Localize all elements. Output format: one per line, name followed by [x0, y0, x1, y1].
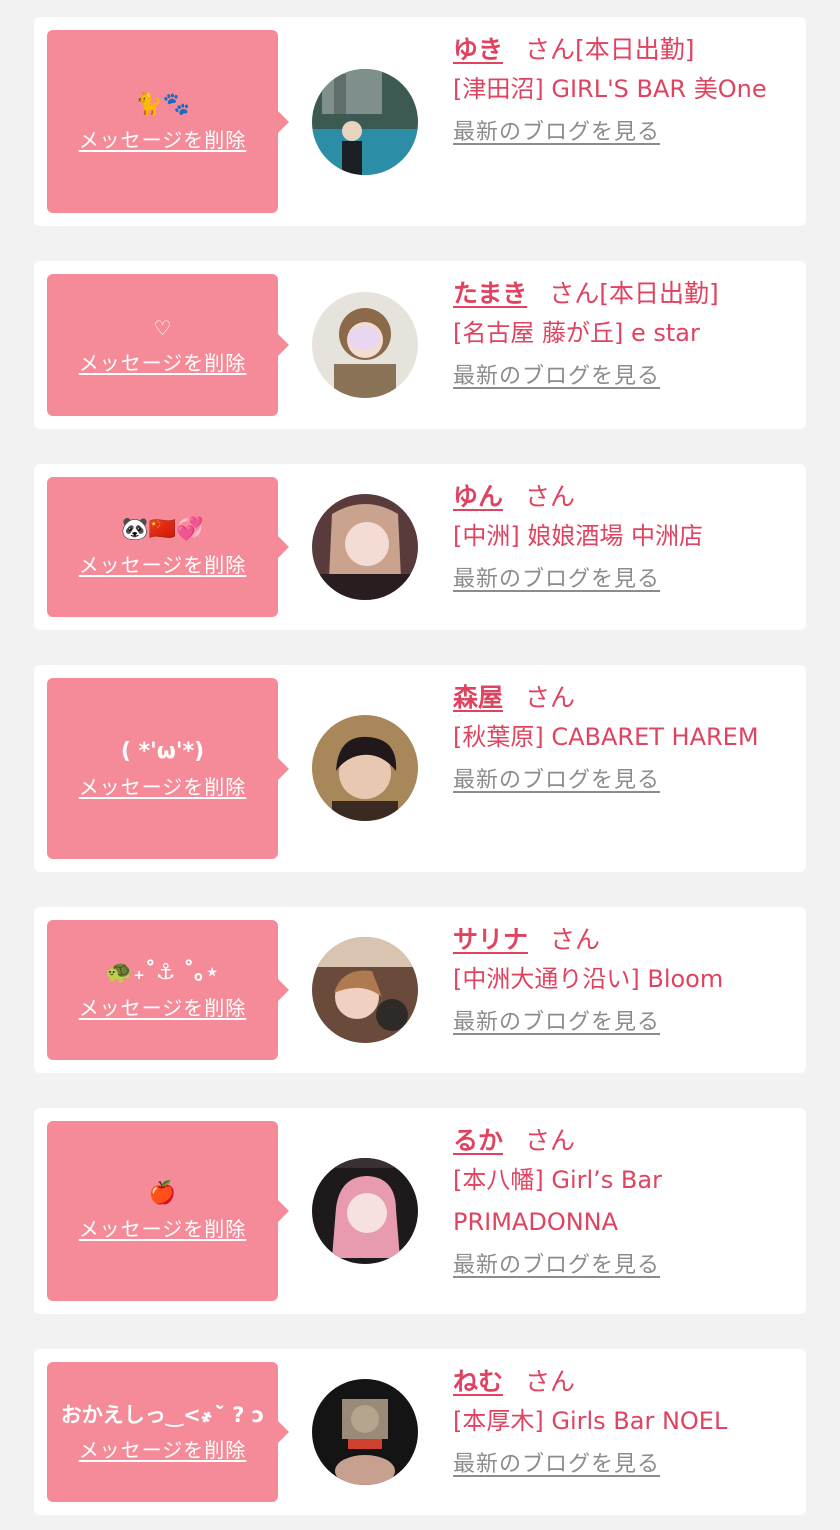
cast-info: ゆん さん [中洲] 娘娘酒場 中洲店 最新のブログを見る: [453, 479, 773, 595]
message-text: 🐈🐾: [135, 91, 190, 117]
cast-info: サリナ さん [中洲大通り沿い] Bloom 最新のブログを見る: [453, 922, 773, 1038]
status-tag: [本日出勤]: [599, 279, 719, 308]
cast-name-link[interactable]: サリナ: [453, 925, 528, 954]
delete-message-link[interactable]: メッセージを削除: [79, 1436, 247, 1464]
message-text: ( *'ω'*): [120, 738, 205, 764]
cast-info: 森屋 さん [秋葉原] CABARET HAREM 最新のブログを見る: [453, 680, 773, 796]
message-text: 🐢₊˚⚓︎ ˚｡⋆: [105, 960, 220, 985]
avatar[interactable]: [312, 1158, 418, 1264]
message-bubble: 🐼🇨🇳💞 メッセージを削除: [47, 477, 289, 617]
latest-blog-link[interactable]: 最新のブログを見る: [453, 362, 660, 392]
shop-name: [本厚木] Girls Bar NOEL: [453, 1407, 728, 1435]
delete-message-link[interactable]: メッセージを削除: [79, 994, 247, 1022]
delete-message-link[interactable]: メッセージを削除: [79, 349, 247, 377]
cast-info: ねむ さん [本厚木] Girls Bar NOEL 最新のブログを見る: [453, 1364, 773, 1480]
cast-name-link[interactable]: ゆき: [453, 35, 503, 64]
cast-info: ゆき さん[本日出勤] [津田沼] GIRL'S BAR 美One 最新のブログを…: [453, 32, 773, 148]
cast-name-link[interactable]: るか: [453, 1126, 503, 1155]
message-text: ♡: [153, 316, 172, 340]
message-bubble: ( *'ω'*) メッセージを削除: [47, 678, 289, 859]
message-bubble: おかえしっ‿<҂˘̀ ? ɔ メッセージを削除: [47, 1362, 289, 1502]
message-list: 🐈🐾 メッセージを削除 ゆき さん[本日出勤] [津田沼] GIRL'S BAR …: [0, 0, 840, 1530]
message-card: ( *'ω'*) メッセージを削除 森屋 さん [秋葉原] CABARET HAR…: [34, 665, 806, 872]
cast-name-link[interactable]: ゆん: [453, 482, 503, 511]
shop-name: [津田沼] GIRL'S BAR 美One: [453, 75, 767, 103]
cast-name-link[interactable]: 森屋: [453, 683, 503, 712]
honorific: さん: [525, 1367, 576, 1396]
message-text: 🐼🇨🇳💞: [121, 517, 204, 542]
latest-blog-link[interactable]: 最新のブログを見る: [453, 565, 660, 595]
cast-info: るか さん [本八幡] Girl’s Bar PRIMADONNA 最新のブログを…: [453, 1123, 773, 1281]
message-bubble: 🐈🐾 メッセージを削除: [47, 30, 289, 213]
latest-blog-link[interactable]: 最新のブログを見る: [453, 766, 660, 796]
honorific: さん: [525, 1126, 576, 1155]
delete-message-link[interactable]: メッセージを削除: [79, 1215, 247, 1243]
status-tag: [本日出勤]: [575, 35, 695, 64]
message-text: 🍎: [148, 1181, 177, 1206]
shop-name: [中洲大通り沿い] Bloom: [453, 965, 724, 993]
cast-name-link[interactable]: ねむ: [453, 1367, 503, 1396]
cast-name-link[interactable]: たまき: [453, 279, 527, 308]
message-card: 🐈🐾 メッセージを削除 ゆき さん[本日出勤] [津田沼] GIRL'S BAR …: [34, 17, 806, 226]
avatar[interactable]: [312, 937, 418, 1043]
shop-name: [中洲] 娘娘酒場 中洲店: [453, 522, 703, 550]
message-bubble: 🐢₊˚⚓︎ ˚｡⋆ メッセージを削除: [47, 920, 289, 1060]
shop-name: [本八幡] Girl’s Bar PRIMADONNA: [453, 1166, 662, 1236]
avatar[interactable]: [312, 715, 418, 821]
honorific: さん: [525, 35, 576, 64]
message-card: おかえしっ‿<҂˘̀ ? ɔ メッセージを削除 ねむ さん [本厚木] Girls…: [34, 1349, 806, 1515]
honorific: さん: [525, 482, 576, 511]
message-bubble: ♡ メッセージを削除: [47, 274, 289, 416]
message-card: ♡ メッセージを削除 たまき さん[本日出勤] [名古屋 藤が丘] e star …: [34, 261, 806, 429]
latest-blog-link[interactable]: 最新のブログを見る: [453, 118, 660, 148]
honorific: さん: [525, 683, 576, 712]
message-text: おかえしっ‿<҂˘̀ ? ɔ: [60, 1403, 265, 1427]
message-card: 🐢₊˚⚓︎ ˚｡⋆ メッセージを削除 サリナ さん [中洲大通り沿い] Bloom…: [34, 907, 806, 1073]
message-card: 🍎 メッセージを削除 るか さん [本八幡] Girl’s Bar PRIMADO…: [34, 1108, 806, 1314]
message-card: 🐼🇨🇳💞 メッセージを削除 ゆん さん [中洲] 娘娘酒場 中洲店 最新のブログを…: [34, 464, 806, 630]
avatar[interactable]: [312, 292, 418, 398]
avatar[interactable]: [312, 1379, 418, 1485]
shop-name: [秋葉原] CABARET HAREM: [453, 723, 759, 751]
honorific: さん: [550, 925, 601, 954]
message-bubble: 🍎 メッセージを削除: [47, 1121, 289, 1301]
shop-name: [名古屋 藤が丘] e star: [453, 319, 700, 347]
latest-blog-link[interactable]: 最新のブログを見る: [453, 1251, 660, 1281]
latest-blog-link[interactable]: 最新のブログを見る: [453, 1450, 660, 1480]
avatar[interactable]: [312, 69, 418, 175]
latest-blog-link[interactable]: 最新のブログを見る: [453, 1008, 660, 1038]
honorific: さん: [549, 279, 600, 308]
delete-message-link[interactable]: メッセージを削除: [79, 773, 247, 801]
cast-info: たまき さん[本日出勤] [名古屋 藤が丘] e star 最新のブログを見る: [453, 276, 773, 392]
avatar[interactable]: [312, 494, 418, 600]
delete-message-link[interactable]: メッセージを削除: [79, 551, 247, 579]
delete-message-link[interactable]: メッセージを削除: [79, 126, 247, 154]
